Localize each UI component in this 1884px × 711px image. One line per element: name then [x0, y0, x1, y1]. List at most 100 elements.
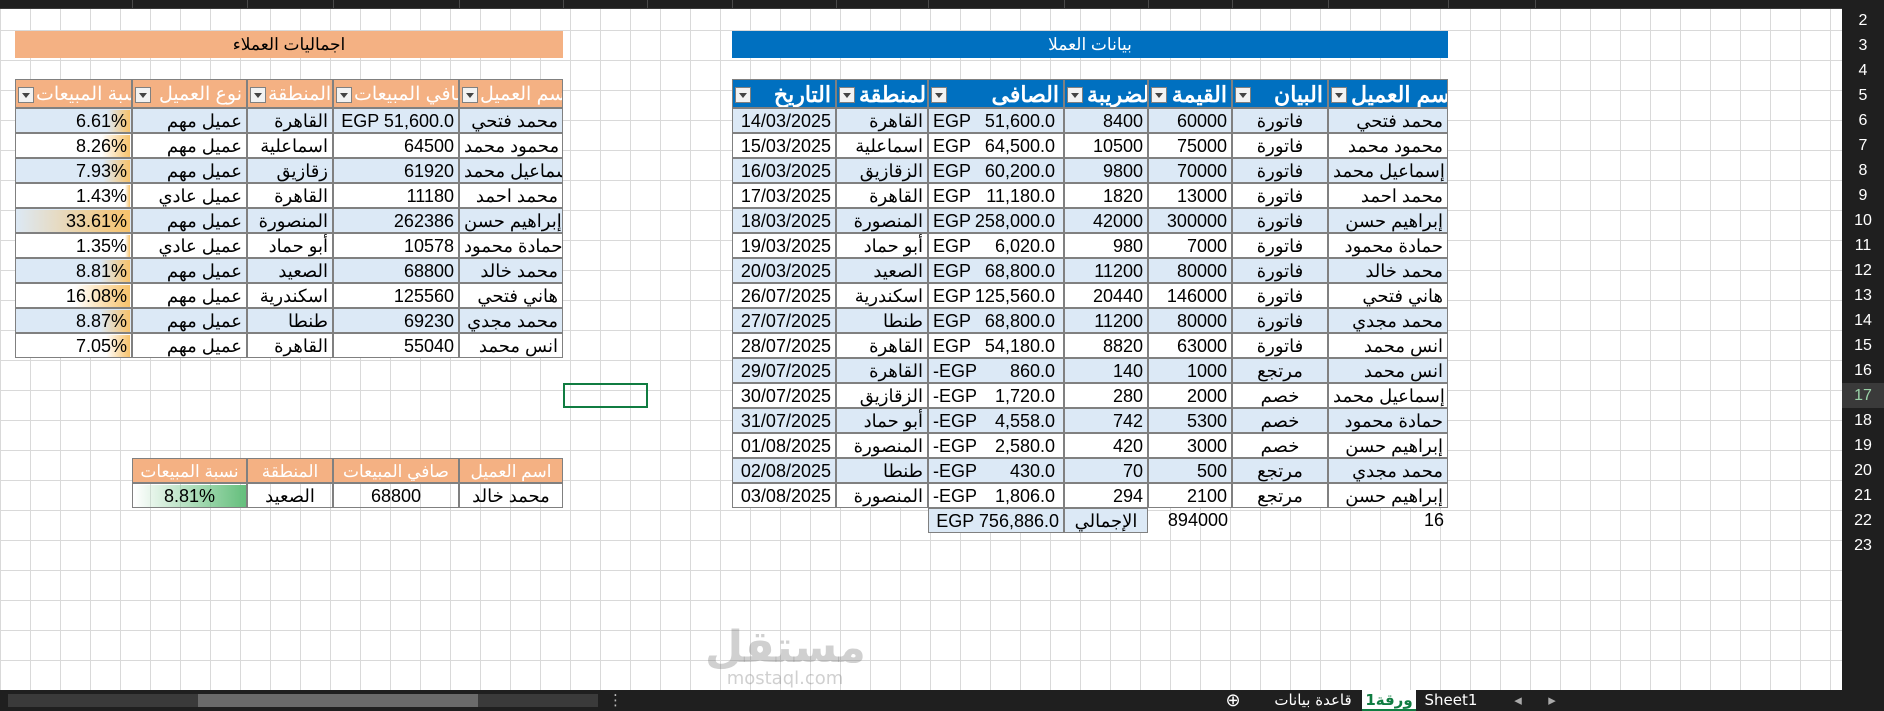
statement-cell[interactable]: فاتورة [1232, 158, 1328, 183]
net-cell[interactable]: EGP 125,560.0 [928, 283, 1064, 308]
customer-name-cell[interactable]: محمد احمد [1328, 183, 1448, 208]
statement-cell[interactable]: مرتجع [1232, 358, 1328, 383]
customer-type-cell[interactable]: عميل مهم [132, 133, 247, 158]
right-header-cell[interactable]: التاريخ [732, 79, 836, 108]
customer-name-cell[interactable]: حمادة محمود [459, 233, 563, 258]
filter-dropdown-icon[interactable] [336, 87, 352, 103]
customer-name-cell[interactable]: انس محمد [1328, 333, 1448, 358]
filter-dropdown-icon[interactable] [1331, 87, 1347, 103]
net-sales-cell[interactable]: 10578 [333, 233, 459, 258]
value-cell[interactable]: 1000 [1148, 358, 1232, 383]
statement-cell[interactable]: مرتجع [1232, 458, 1328, 483]
region-cell[interactable]: القاهرة [836, 108, 928, 133]
lookup-region-cell[interactable]: الصعيد [247, 483, 333, 508]
row-number[interactable]: 7 [1842, 133, 1884, 158]
right-header-cell[interactable]: اسم العميل [1328, 79, 1448, 108]
column-separator[interactable] [247, 0, 248, 8]
region-cell[interactable]: القاهرة [247, 183, 333, 208]
net-cell[interactable]: EGP 68,800.0 [928, 258, 1064, 283]
horizontal-scrollbar[interactable] [8, 694, 598, 707]
value-cell[interactable]: 70000 [1148, 158, 1232, 183]
customer-name-cell[interactable]: محمد خالد [459, 258, 563, 283]
sales-percent-cell[interactable]: 7.05% [15, 333, 132, 358]
date-cell[interactable]: 14/03/2025 [732, 108, 836, 133]
statement-cell[interactable]: فاتورة [1232, 183, 1328, 208]
date-cell[interactable]: 20/03/2025 [732, 258, 836, 283]
right-header-cell[interactable]: المنطقة [836, 79, 928, 108]
left-header-cell[interactable]: اسم العميل [459, 79, 563, 108]
customer-name-cell[interactable]: انس محمد [459, 333, 563, 358]
sales-percent-cell[interactable]: 8.81% [15, 258, 132, 283]
row-number[interactable]: 9 [1842, 183, 1884, 208]
statement-cell[interactable]: فاتورة [1232, 108, 1328, 133]
net-sales-cell[interactable]: 64500 [333, 133, 459, 158]
filter-dropdown-icon[interactable] [250, 87, 266, 103]
lookup-percent-cell[interactable]: 8.81% [132, 483, 247, 508]
right-header-cell[interactable]: الضريبة [1064, 79, 1148, 108]
statement-cell[interactable]: فاتورة [1232, 308, 1328, 333]
date-cell[interactable]: 28/07/2025 [732, 333, 836, 358]
row-number[interactable]: 4 [1842, 58, 1884, 83]
row-number[interactable]: 14 [1842, 308, 1884, 333]
net-cell[interactable]: EGP 11,180.0 [928, 183, 1064, 208]
region-cell[interactable]: المنصورة [836, 208, 928, 233]
tab-options-icon[interactable]: ⋮ [608, 690, 623, 711]
tab-scroll-right-icon[interactable]: ▸ [1544, 690, 1560, 711]
value-cell[interactable]: 300000 [1148, 208, 1232, 233]
filter-dropdown-icon[interactable] [1235, 87, 1251, 103]
column-separator[interactable] [732, 0, 733, 8]
customer-type-cell[interactable]: عميل مهم [132, 283, 247, 308]
sales-percent-cell[interactable]: 33.61% [15, 208, 132, 233]
value-cell[interactable]: 5300 [1148, 408, 1232, 433]
date-cell[interactable]: 27/07/2025 [732, 308, 836, 333]
customer-name-cell[interactable]: إبراهيم حسن [1328, 208, 1448, 233]
customer-name-cell[interactable]: إسماعيل محمد [459, 158, 563, 183]
value-cell[interactable]: 80000 [1148, 258, 1232, 283]
left-header-cell[interactable]: نوع العميل [132, 79, 247, 108]
region-cell[interactable]: الزقازيق [836, 383, 928, 408]
column-separator[interactable] [1148, 0, 1149, 8]
customer-name-cell[interactable]: محمد خالد [1328, 258, 1448, 283]
region-cell[interactable]: اسكندرية [247, 283, 333, 308]
value-cell[interactable]: 63000 [1148, 333, 1232, 358]
lookup-header-cell[interactable]: اسم العميل [459, 458, 563, 483]
net-cell[interactable]: -EGP 430.0 [928, 458, 1064, 483]
net-sales-cell[interactable]: 262386 [333, 208, 459, 233]
value-cell[interactable]: 2000 [1148, 383, 1232, 408]
date-cell[interactable]: 30/07/2025 [732, 383, 836, 408]
column-separator[interactable] [1448, 0, 1449, 8]
region-cell[interactable]: الزقازيق [836, 158, 928, 183]
tax-cell[interactable]: 11200 [1064, 258, 1148, 283]
filter-dropdown-icon[interactable] [839, 87, 855, 103]
row-number[interactable]: 23 [1842, 533, 1884, 558]
customer-name-cell[interactable]: محمد مجدي [1328, 458, 1448, 483]
sales-percent-cell[interactable]: 8.26% [15, 133, 132, 158]
customer-type-cell[interactable]: عميل عادي [132, 233, 247, 258]
filter-dropdown-icon[interactable] [18, 87, 34, 103]
date-cell[interactable]: 31/07/2025 [732, 408, 836, 433]
date-cell[interactable]: 19/03/2025 [732, 233, 836, 258]
tax-cell[interactable]: 10500 [1064, 133, 1148, 158]
filter-dropdown-icon[interactable] [1151, 87, 1167, 103]
region-cell[interactable]: المنصورة [836, 483, 928, 508]
column-separator[interactable] [563, 0, 564, 8]
statement-cell[interactable]: فاتورة [1232, 283, 1328, 308]
column-separator[interactable] [836, 0, 837, 8]
column-separator[interactable] [1064, 0, 1065, 8]
net-cell[interactable]: -EGP 860.0 [928, 358, 1064, 383]
statement-cell[interactable]: فاتورة [1232, 258, 1328, 283]
column-separator[interactable] [459, 0, 460, 8]
left-header-cell[interactable]: نسبة المبيعات [15, 79, 132, 108]
net-cell[interactable]: -EGP 2,580.0 [928, 433, 1064, 458]
region-cell[interactable]: طنطا [247, 308, 333, 333]
scrollbar-thumb[interactable] [198, 694, 478, 707]
customer-type-cell[interactable]: عميل مهم [132, 308, 247, 333]
tab-scroll-left-icon[interactable]: ◂ [1510, 690, 1526, 711]
filter-dropdown-icon[interactable] [462, 87, 478, 103]
region-cell[interactable]: القاهرة [836, 183, 928, 208]
net-cell[interactable]: EGP 51,600.0 [928, 108, 1064, 133]
sales-percent-cell[interactable]: 6.61% [15, 108, 132, 133]
customer-name-cell[interactable]: محمود محمد [1328, 133, 1448, 158]
net-sales-cell[interactable]: 11180 [333, 183, 459, 208]
lookup-net-cell[interactable]: 68800 [333, 483, 459, 508]
